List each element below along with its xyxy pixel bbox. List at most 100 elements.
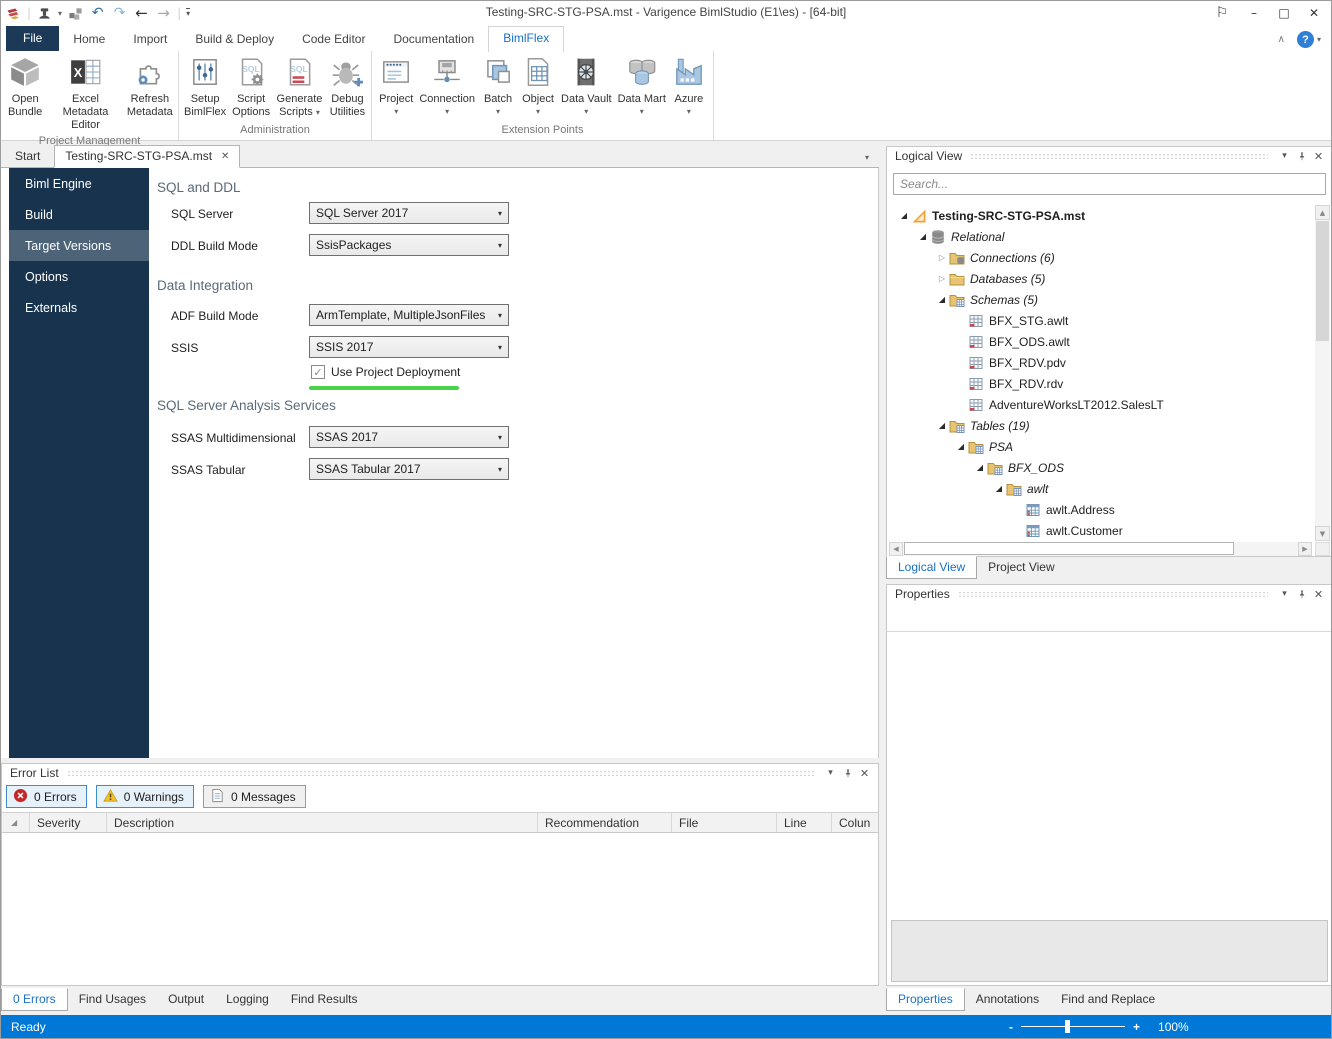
panel-menu-caret-icon[interactable]: ▾ xyxy=(1276,589,1293,599)
tree-node[interactable]: BFX_RDV.rdv xyxy=(889,373,1312,394)
tab-0-errors[interactable]: 0 Errors xyxy=(1,988,68,1011)
warnings-filter-button[interactable]: 0 Warnings xyxy=(96,785,194,808)
tree-node[interactable]: BFX_ODS.awlt xyxy=(889,331,1312,352)
sidebar-item-externals[interactable]: Externals xyxy=(9,292,149,323)
tab-find-usages[interactable]: Find Usages xyxy=(68,989,157,1010)
data-vault-button[interactable]: Data Vault ▾ xyxy=(558,54,615,117)
tab-file[interactable]: File xyxy=(6,26,59,51)
tab-overflow-caret-icon[interactable]: ▾ xyxy=(865,153,869,162)
expander-icon[interactable]: ▷ xyxy=(935,274,949,283)
project-button[interactable]: Project ▾ xyxy=(376,54,416,117)
tree-node[interactable]: ▷Connections (6) xyxy=(889,247,1312,268)
column-description[interactable]: Description xyxy=(107,813,538,832)
tab-start[interactable]: Start xyxy=(1,146,54,167)
tree-node[interactable]: ◢Tables (19) xyxy=(889,415,1312,436)
sidebar-item-biml-engine[interactable]: Biml Engine xyxy=(9,168,149,199)
tree-node[interactable]: ▷Databases (5) xyxy=(889,268,1312,289)
script-options-button[interactable]: Script Options xyxy=(229,54,273,120)
scroll-left-icon[interactable]: ◀ xyxy=(889,542,903,556)
expander-icon[interactable]: ▷ xyxy=(935,253,949,262)
refresh-metadata-button[interactable]: Refresh Metadata xyxy=(124,54,176,120)
tree-node[interactable]: ◢Schemas (5) xyxy=(889,289,1312,310)
search-input[interactable] xyxy=(893,173,1326,195)
tab-documentation[interactable]: Documentation xyxy=(379,28,488,51)
tree-node[interactable]: ◢BFX_ODS xyxy=(889,457,1312,478)
close-panel-icon[interactable]: ✕ xyxy=(1310,150,1327,163)
tab-output[interactable]: Output xyxy=(157,989,215,1010)
ddl-build-mode-select[interactable]: SsisPackages ▾ xyxy=(309,234,509,256)
sidebar-item-target-versions[interactable]: Target Versions xyxy=(9,230,149,261)
sidebar-item-options[interactable]: Options xyxy=(9,261,149,292)
connection-button[interactable]: Connection ▾ xyxy=(416,54,478,117)
minimize-button[interactable]: – xyxy=(1239,2,1269,24)
column-column[interactable]: Colun xyxy=(832,813,878,832)
tab-project-view[interactable]: Project View xyxy=(977,557,1065,578)
tab-annotations[interactable]: Annotations xyxy=(965,989,1050,1010)
object-button[interactable]: Object ▾ xyxy=(518,54,558,117)
expander-icon[interactable]: ◢ xyxy=(897,211,911,220)
scroll-up-icon[interactable]: ▲ xyxy=(1315,205,1330,220)
excel-metadata-editor-button[interactable]: Excel Metadata Editor xyxy=(47,54,123,134)
azure-button[interactable]: Azure ▾ xyxy=(669,54,709,117)
tab-bimlflex[interactable]: BimlFlex xyxy=(488,26,564,52)
column-recommendation[interactable]: Recommendation xyxy=(538,813,672,832)
tree-node[interactable]: AdventureWorksLT2012.SalesLT xyxy=(889,394,1312,415)
build-dropdown-caret-icon[interactable]: ▾ xyxy=(58,9,62,18)
scrollbar-thumb[interactable] xyxy=(1316,221,1329,341)
pin-icon[interactable] xyxy=(1293,150,1310,163)
sort-icon[interactable]: ◢ xyxy=(2,813,30,832)
tree-node[interactable]: ◢PSA xyxy=(889,436,1312,457)
flag-icon[interactable]: ⚐ xyxy=(1205,2,1239,24)
expander-icon[interactable]: ◢ xyxy=(935,421,949,430)
errors-filter-button[interactable]: 0 Errors xyxy=(6,785,87,808)
tree-node[interactable]: ◢Relational xyxy=(889,226,1312,247)
batch-button[interactable]: Batch ▾ xyxy=(478,54,518,117)
checkbox-check-icon[interactable]: ✓ xyxy=(311,365,325,379)
horizontal-scrollbar[interactable]: ◀ ▶ xyxy=(889,542,1312,556)
data-mart-button[interactable]: Data Mart ▾ xyxy=(615,54,669,117)
tab-document-active[interactable]: Testing-SRC-STG-PSA.mst ✕ xyxy=(54,145,240,168)
pin-icon[interactable] xyxy=(1293,588,1310,601)
messages-filter-button[interactable]: 0 Messages xyxy=(203,785,306,808)
close-button[interactable]: ✕ xyxy=(1299,2,1329,24)
tab-home[interactable]: Home xyxy=(59,28,119,51)
qat-customize-icon[interactable]: ▾ xyxy=(186,8,190,18)
close-panel-icon[interactable]: ✕ xyxy=(1310,588,1327,601)
tree-node[interactable]: BFX_RDV.pdv xyxy=(889,352,1312,373)
ssis-select[interactable]: SSIS 2017 ▾ xyxy=(309,336,509,358)
biml-logo-icon[interactable] xyxy=(5,5,22,22)
expander-icon[interactable]: ◢ xyxy=(935,295,949,304)
generate-scripts-button[interactable]: Generate Scripts ▾ xyxy=(273,54,326,120)
pin-icon[interactable] xyxy=(839,767,856,780)
zoom-in-button[interactable]: + xyxy=(1133,1020,1140,1034)
tree-node[interactable]: ◢Testing-SRC-STG-PSA.mst xyxy=(889,205,1312,226)
zoom-slider-thumb[interactable] xyxy=(1065,1020,1070,1033)
sidebar-item-build[interactable]: Build xyxy=(9,199,149,230)
expander-icon[interactable]: ◢ xyxy=(954,442,968,451)
column-severity[interactable]: Severity xyxy=(30,813,107,832)
build-icon[interactable] xyxy=(36,5,53,22)
packages-icon[interactable] xyxy=(67,5,84,22)
adf-build-mode-select[interactable]: ArmTemplate, MultipleJsonFiles ▾ xyxy=(309,304,509,326)
help-icon[interactable]: ? xyxy=(1297,31,1314,48)
column-file[interactable]: File xyxy=(672,813,777,832)
tab-code-editor[interactable]: Code Editor xyxy=(288,28,379,51)
panel-menu-caret-icon[interactable]: ▾ xyxy=(1276,151,1293,161)
close-tab-icon[interactable]: ✕ xyxy=(221,151,229,162)
tab-properties[interactable]: Properties xyxy=(886,988,965,1011)
tab-logging[interactable]: Logging xyxy=(215,989,280,1010)
expander-icon[interactable]: ◢ xyxy=(992,484,1006,493)
tab-find-results[interactable]: Find Results xyxy=(280,989,369,1010)
tree-node[interactable]: awlt.Customer xyxy=(889,520,1312,541)
scroll-down-icon[interactable]: ▼ xyxy=(1315,526,1330,541)
expander-icon[interactable]: ◢ xyxy=(973,463,987,472)
panel-menu-caret-icon[interactable]: ▾ xyxy=(822,768,839,778)
maximize-button[interactable]: □ xyxy=(1269,2,1299,24)
setup-bimlflex-button[interactable]: Setup BimlFlex xyxy=(181,54,229,120)
navigate-back-icon[interactable]: ← xyxy=(133,5,150,22)
column-line[interactable]: Line xyxy=(777,813,832,832)
use-project-deployment-checkbox[interactable]: ✓ Use Project Deployment xyxy=(311,365,460,379)
ssas-tabular-select[interactable]: SSAS Tabular 2017 ▾ xyxy=(309,458,509,480)
close-panel-icon[interactable]: ✕ xyxy=(856,767,873,780)
zoom-slider[interactable] xyxy=(1021,1026,1125,1027)
